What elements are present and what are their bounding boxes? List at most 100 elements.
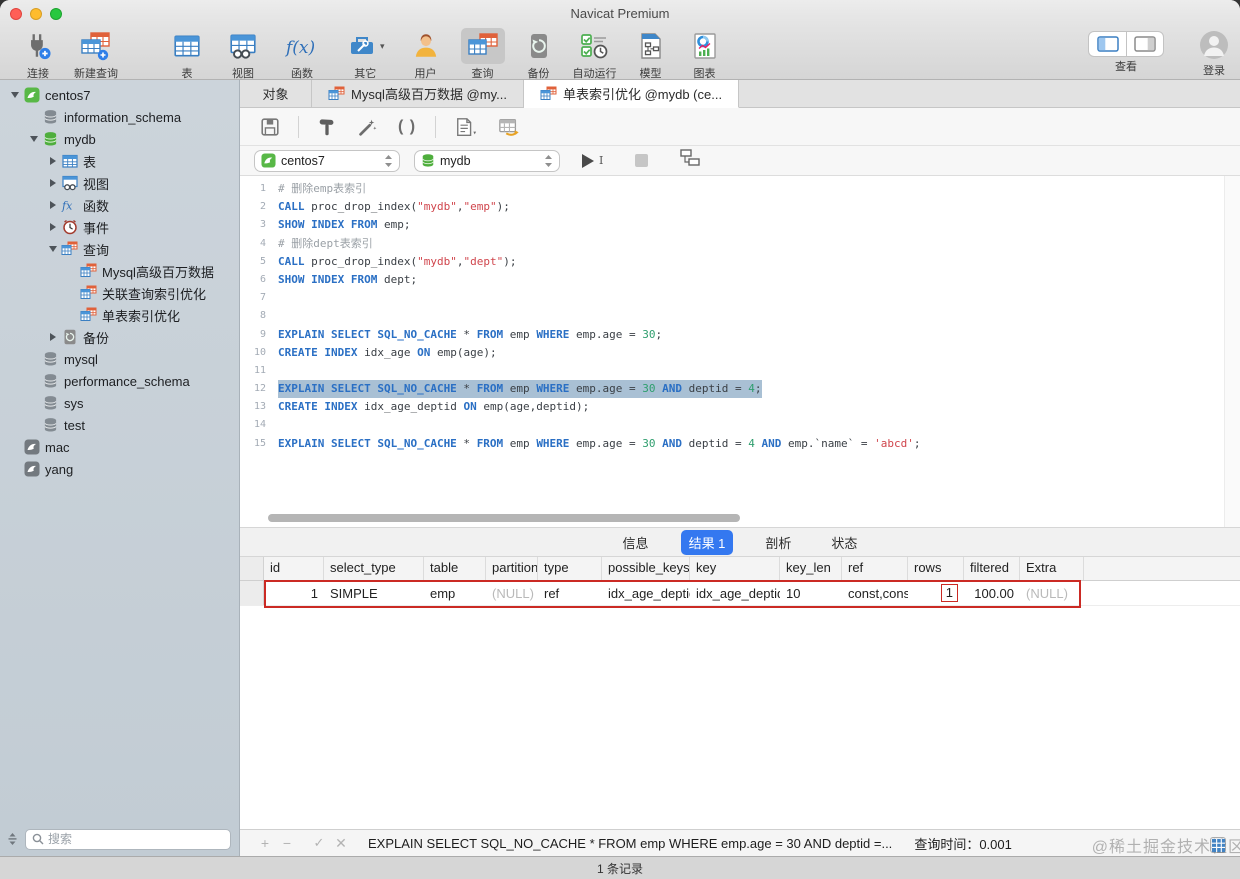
tree-item[interactable]: 备份: [0, 326, 239, 348]
connect-button[interactable]: 连接: [17, 28, 59, 81]
column-header-ref[interactable]: ref: [842, 557, 908, 580]
function-button[interactable]: f(x) 函数: [278, 28, 326, 81]
disclosure-down-icon[interactable]: [44, 246, 61, 252]
toggle-left-sidebar-button[interactable]: [1089, 32, 1126, 56]
code-text: CREATE INDEX idx_age_deptid ON emp(age,d…: [278, 400, 590, 414]
column-header-select_type[interactable]: select_type: [324, 557, 424, 580]
backup-icon: [519, 28, 559, 64]
column-header-type[interactable]: type: [538, 557, 602, 580]
backup-button[interactable]: 备份: [519, 28, 559, 81]
cell-possible_keys[interactable]: idx_age_deptid: [602, 586, 690, 601]
cell-key[interactable]: idx_age_deptid: [690, 586, 780, 601]
tree-item[interactable]: test: [0, 414, 239, 436]
discard-changes-button[interactable]: ✕: [330, 835, 352, 852]
export-result-button[interactable]: [496, 114, 522, 140]
disclosure-right-icon[interactable]: [44, 157, 61, 165]
search-input[interactable]: [48, 832, 224, 846]
tree-item[interactable]: information_schema: [0, 106, 239, 128]
save-button[interactable]: [258, 114, 282, 140]
connection-select[interactable]: centos7: [254, 149, 400, 172]
stepper-icon: [545, 154, 552, 167]
editor-horizontal-scrollbar[interactable]: [268, 514, 740, 522]
stop-button[interactable]: [635, 154, 649, 167]
tree-item[interactable]: Mysql高级百万数据: [0, 260, 239, 282]
tree-item[interactable]: sys: [0, 392, 239, 414]
code-completion-button[interactable]: ( ): [395, 114, 419, 140]
cell-ref[interactable]: const,const: [842, 586, 908, 601]
tree-item[interactable]: 表: [0, 150, 239, 172]
tree-item[interactable]: performance_schema: [0, 370, 239, 392]
sql-editor[interactable]: 1 # 删除emp表索引 2 CALL proc_drop_index("mydb",…: [240, 176, 1240, 527]
column-header-Extra[interactable]: Extra: [1020, 557, 1084, 580]
apply-changes-button[interactable]: ✓: [308, 835, 330, 851]
tree-item[interactable]: 查询: [0, 238, 239, 260]
database-select[interactable]: mydb: [414, 149, 560, 172]
result-tab[interactable]: 信息: [615, 530, 657, 555]
cell-partitions[interactable]: (NULL): [486, 586, 538, 601]
tab-objects[interactable]: 对象: [240, 80, 312, 107]
explain-button[interactable]: [680, 149, 701, 172]
run-selected-button[interactable]: I: [582, 153, 603, 168]
tree-item[interactable]: mysql: [0, 348, 239, 370]
result-grid-row[interactable]: 1 SIMPLE emp (NULL) ref idx_age_deptid idx_age…: [240, 581, 1240, 606]
toggle-right-sidebar-button[interactable]: [1126, 32, 1163, 56]
tree-item[interactable]: 视图: [0, 172, 239, 194]
disclosure-right-icon[interactable]: [44, 223, 61, 231]
code-text: CALL proc_drop_index("mydb","dept");: [278, 254, 517, 268]
model-button[interactable]: 模型: [631, 28, 671, 81]
column-header-rows[interactable]: rows: [908, 557, 964, 580]
column-header-id[interactable]: id: [264, 557, 324, 580]
tree-item[interactable]: 关联查询索引优化: [0, 282, 239, 304]
cell-table[interactable]: emp: [424, 586, 486, 601]
magic-wand-button[interactable]: [355, 114, 379, 140]
search-box[interactable]: [25, 828, 231, 850]
result-tab[interactable]: 结果 1: [680, 529, 734, 555]
result-tab[interactable]: 剖析: [757, 530, 799, 555]
column-header-partitions[interactable]: partitions: [486, 557, 538, 580]
disclosure-right-icon[interactable]: [44, 201, 61, 209]
column-header-table[interactable]: table: [424, 557, 486, 580]
tree-item[interactable]: centos7: [0, 84, 239, 106]
code-text: # 删除dept表索引: [278, 236, 373, 250]
column-header-filtered[interactable]: filtered: [964, 557, 1020, 580]
column-header-key[interactable]: key: [690, 557, 780, 580]
login-group[interactable]: 登录: [1198, 29, 1230, 78]
tab-query-tab-1[interactable]: Mysql高级百万数据 @my...: [312, 80, 524, 107]
tree-item[interactable]: fx 函数: [0, 194, 239, 216]
autorun-button[interactable]: 自动运行: [573, 28, 617, 81]
column-header-possible_keys[interactable]: possible_keys: [602, 557, 690, 580]
disclosure-down-icon[interactable]: [6, 92, 23, 98]
tree-item[interactable]: mydb: [0, 128, 239, 150]
delete-record-button[interactable]: −: [276, 835, 298, 851]
other-button[interactable]: ▾ 其它: [340, 28, 391, 81]
tab-query-tab-2[interactable]: 单表索引优化 @mydb (ce...: [523, 80, 740, 108]
new-query-button[interactable]: 新建查询: [73, 28, 119, 81]
table-button[interactable]: 表: [166, 28, 208, 81]
query-time: 查询时间：0.001: [914, 836, 1012, 852]
add-record-button[interactable]: +: [254, 835, 276, 851]
tree-item[interactable]: 单表索引优化: [0, 304, 239, 326]
disclosure-down-icon[interactable]: [25, 136, 42, 142]
query-button[interactable]: 查询: [460, 28, 505, 81]
user-button[interactable]: 用户: [405, 28, 447, 81]
cell-id[interactable]: 1: [264, 586, 324, 601]
tree-item[interactable]: 事件: [0, 216, 239, 238]
cell-Extra[interactable]: (NULL): [1020, 586, 1084, 601]
connections-toggle-icon[interactable]: [6, 831, 19, 847]
cell-key_len[interactable]: 10: [780, 586, 842, 601]
charts-button[interactable]: 图表: [685, 28, 725, 81]
connect-label: 连接: [27, 68, 49, 80]
cell-rows[interactable]: 1: [908, 584, 964, 602]
cell-filtered[interactable]: 100.00: [964, 586, 1020, 601]
tree-item[interactable]: yang: [0, 458, 239, 480]
cell-select_type[interactable]: SIMPLE: [324, 586, 424, 601]
cell-type[interactable]: ref: [538, 586, 602, 601]
result-tab[interactable]: 状态: [823, 530, 865, 555]
disclosure-right-icon[interactable]: [44, 333, 61, 341]
beautify-sql-button[interactable]: [315, 114, 339, 140]
disclosure-right-icon[interactable]: [44, 179, 61, 187]
view-button[interactable]: 视图: [222, 28, 264, 81]
tree-item[interactable]: mac: [0, 436, 239, 458]
text-preview-button[interactable]: [452, 114, 480, 140]
column-header-key_len[interactable]: key_len: [780, 557, 842, 580]
